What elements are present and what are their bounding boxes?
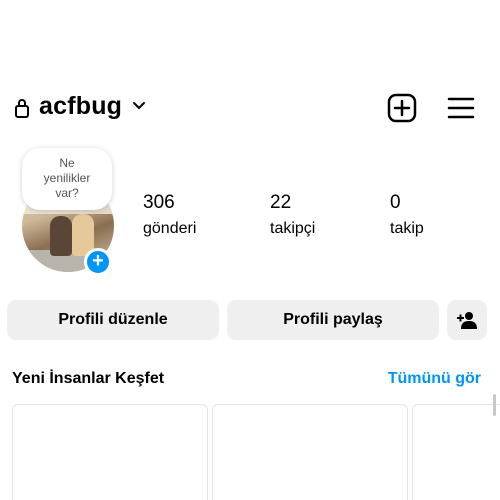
add-person-icon xyxy=(457,312,477,329)
followers-label: takipçi xyxy=(270,220,316,237)
note-bubble[interactable]: Ne yenilikler var? xyxy=(22,148,112,210)
following-count: 0 xyxy=(390,192,401,213)
stat-following[interactable]: 0 takip xyxy=(390,192,424,239)
hamburger-menu-icon[interactable] xyxy=(446,94,476,122)
suggestion-card[interactable] xyxy=(412,404,500,500)
posts-label: gönderi xyxy=(143,220,197,237)
chevron-down-icon[interactable] xyxy=(131,100,147,112)
stat-followers[interactable]: 22 takipçi xyxy=(270,192,315,239)
lock-icon xyxy=(15,99,29,118)
following-label: takip xyxy=(390,220,424,237)
username-title[interactable]: acfbug xyxy=(39,92,122,121)
suggestion-card[interactable] xyxy=(212,404,408,500)
note-line-1: Ne xyxy=(59,156,75,170)
posts-count: 306 xyxy=(143,192,175,213)
note-line-3: var? xyxy=(55,186,79,200)
add-story-plus-icon[interactable]: + xyxy=(84,248,112,276)
plus-square-icon[interactable] xyxy=(386,92,418,124)
discover-people-title: Yeni İnsanlar Keşfet xyxy=(12,370,165,387)
edit-profile-button[interactable]: Profili düzenle xyxy=(7,300,219,340)
discover-people-button[interactable] xyxy=(447,300,487,340)
note-line-2: yenilikler xyxy=(43,171,91,185)
see-all-link[interactable]: Tümünü gör xyxy=(388,370,481,388)
scrollbar[interactable] xyxy=(493,394,496,416)
followers-count: 22 xyxy=(270,192,292,213)
suggestion-card[interactable] xyxy=(12,404,208,500)
stat-posts[interactable]: 306 gönderi xyxy=(143,192,196,239)
profile-header: acfbug xyxy=(0,88,500,128)
share-profile-button[interactable]: Profili paylaş xyxy=(227,300,439,340)
